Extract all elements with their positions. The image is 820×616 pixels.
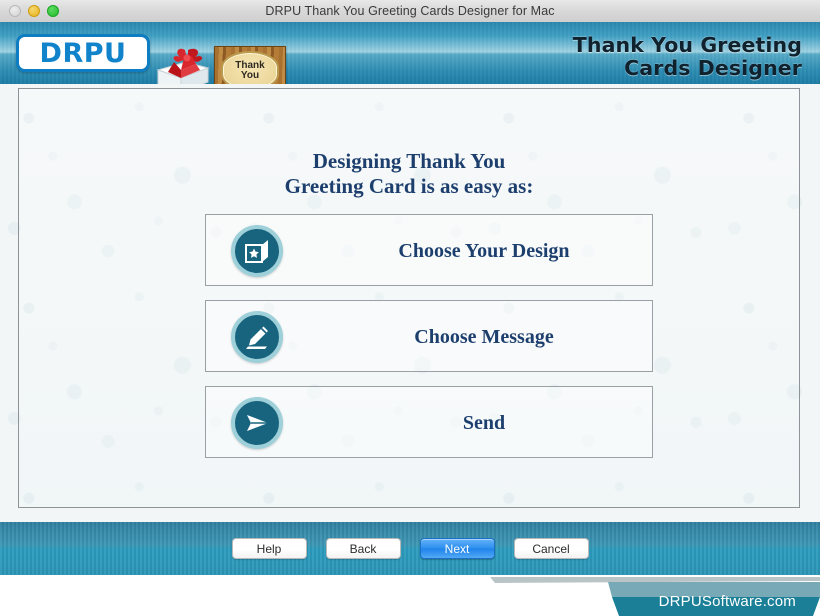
greeting-card-star-icon bbox=[231, 225, 283, 277]
banner-title-line1: Thank You Greeting bbox=[572, 33, 802, 57]
footer-site-label: DRPUSoftware.com bbox=[658, 593, 796, 610]
banner-title: Thank You Greeting Cards Designer bbox=[573, 34, 802, 80]
drpu-logo: DRPU bbox=[16, 34, 150, 72]
cancel-button[interactable]: Cancel bbox=[513, 538, 589, 559]
pen-nib-icon bbox=[231, 311, 283, 363]
step-label: Send bbox=[462, 411, 506, 434]
close-button[interactable] bbox=[9, 5, 21, 17]
page-title: Designing Thank You Greeting Card is as … bbox=[19, 149, 799, 199]
step-send[interactable]: Send bbox=[205, 386, 653, 458]
help-button[interactable]: Help bbox=[231, 538, 307, 559]
thank-you-label-line2: You bbox=[240, 70, 260, 81]
window-controls bbox=[9, 0, 59, 22]
back-button[interactable]: Back bbox=[325, 538, 401, 559]
minimize-button[interactable] bbox=[28, 5, 40, 17]
footer: DRPUSoftware.com bbox=[0, 575, 820, 616]
thank-you-label-line1: Thank bbox=[235, 59, 265, 71]
page-title-line1: Designing Thank You bbox=[312, 149, 506, 173]
send-paper-plane-icon bbox=[231, 397, 283, 449]
zoom-button[interactable] bbox=[47, 5, 59, 17]
page-title-line2: Greeting Card is as easy as: bbox=[284, 174, 534, 198]
window-titlebar: DRPU Thank You Greeting Cards Designer f… bbox=[0, 0, 820, 23]
steps-list: Choose Your Design Choose Message Send bbox=[205, 214, 653, 472]
wizard-panel: Designing Thank You Greeting Card is as … bbox=[18, 88, 800, 508]
step-choose-your-design[interactable]: Choose Your Design bbox=[205, 214, 653, 286]
banner-title-line2: Cards Designer bbox=[624, 56, 802, 80]
step-label: Choose Your Design bbox=[398, 239, 570, 262]
window-title: DRPU Thank You Greeting Cards Designer f… bbox=[265, 4, 555, 18]
thank-you-label: Thank You bbox=[221, 51, 279, 84]
step-label: Choose Message bbox=[414, 325, 554, 348]
app-banner: DRPU Thank You Thank You Greeting Cards … bbox=[0, 22, 820, 84]
application-window: DRPU Thank You Greeting Cards Designer f… bbox=[0, 0, 820, 616]
wizard-action-bar: Help Back Next Cancel bbox=[0, 522, 820, 575]
step-choose-message[interactable]: Choose Message bbox=[205, 300, 653, 372]
footer-ribbon: DRPUSoftware.com bbox=[490, 577, 820, 616]
content-area: Designing Thank You Greeting Card is as … bbox=[0, 84, 820, 522]
next-button[interactable]: Next bbox=[419, 538, 495, 559]
thank-you-card-art: Thank You bbox=[214, 46, 286, 84]
drpu-logo-text: DRPU bbox=[39, 37, 127, 69]
gift-box-icon bbox=[152, 46, 214, 84]
